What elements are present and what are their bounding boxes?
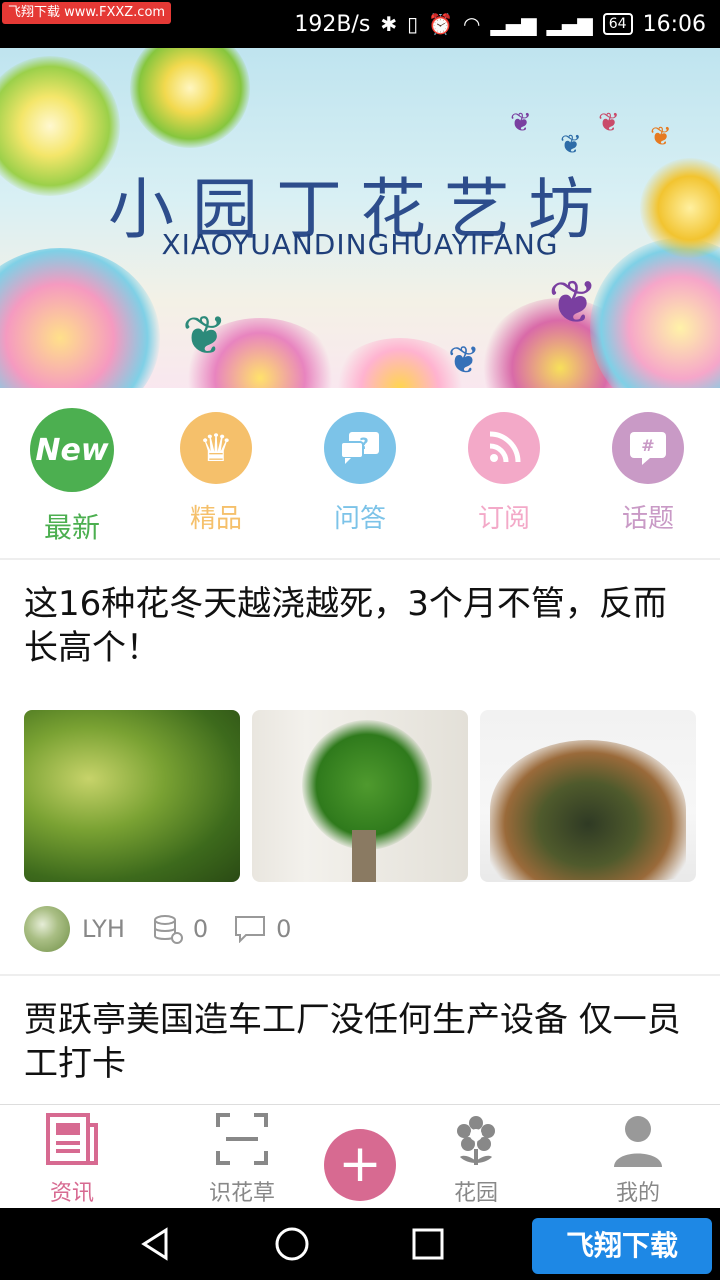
scan-icon [216,1113,268,1165]
author-name[interactable]: LYH [82,915,125,943]
butterfly-icon: ❦ [448,338,480,382]
crown-icon: ♛ [180,412,252,484]
article-title[interactable]: 这16种花冬天越浇越死，3个月不管，反而长高个！ [24,582,696,670]
article-images [24,710,696,882]
system-nav-bar: 飞翔下载 [0,1208,720,1280]
bluetooth-icon: ✱ [380,12,398,36]
status-bar: 飞翔下载 www.FXXZ.com 192B/s ✱ ▯ ⏰ ◠ ▂▄▆ ▂▄▆… [0,0,720,48]
database-icon [153,915,183,944]
tab-label: 资讯 [49,1181,94,1206]
category-label: 话题 [621,504,674,534]
article-card[interactable]: 这16种花冬天越浇越死，3个月不管，反而长高个！ LYH 0 0 [0,560,720,976]
comment-icon [235,916,266,943]
tab-identify-plants[interactable]: 识花草 [170,1111,314,1207]
category-latest[interactable]: New 最新 [0,408,144,546]
butterfly-icon: ❦ [548,268,599,338]
tab-label: 花园 [453,1181,498,1206]
rss-icon [468,412,540,484]
category-label: 精品 [189,504,242,534]
butterfly-icon: ❦ [182,304,228,367]
flower-decoration [130,48,250,148]
alarm-icon: ⏰ [428,12,453,36]
tab-label: 我的 [615,1181,660,1206]
category-featured[interactable]: ♛ 精品 [144,412,288,535]
bottom-tab-bar: 资讯 识花草 + 花园 我的 [0,1104,720,1209]
signal-icon: ▂▄▆ [490,12,537,36]
tab-me[interactable]: 我的 [566,1111,710,1207]
clock: 16:06 [642,11,706,37]
article-meta: LYH 0 0 [24,905,291,953]
recents-icon[interactable] [410,1226,446,1262]
svg-text:#: # [641,436,654,455]
add-button[interactable]: + [324,1129,396,1201]
article-image[interactable] [252,710,468,882]
banner-subtitle: XIAOYUANDINGHUAYIFANG [161,228,559,261]
avatar[interactable] [24,906,70,952]
comment-count[interactable]: 0 [234,915,291,943]
category-label: 最新 [43,511,100,544]
article-card[interactable]: 贾跃亭美国造车工厂没任何生产设备 仅一员工打卡 [0,976,720,1104]
back-icon[interactable] [138,1226,174,1262]
battery-icon: 64 [602,13,633,35]
flower-decoration [0,248,160,388]
category-qa[interactable]: ? 问答 [288,412,432,535]
article-title[interactable]: 贾跃亭美国造车工厂没任何生产设备 仅一员工打卡 [24,998,704,1086]
watermark-logo: 飞翔下载 [532,1218,712,1274]
category-label: 订阅 [477,504,530,534]
news-icon [46,1113,98,1165]
favorite-count[interactable]: 0 [151,914,208,944]
watermark: 飞翔下载 www.FXXZ.com [2,2,172,24]
butterfly-icon: ❦ [510,108,532,138]
category-label: 问答 [333,504,386,534]
article-image[interactable] [480,710,696,882]
category-row: New 最新 ♛ 精品 ? 问答 订阅 # 话题 [0,388,720,560]
topic-hash-icon: # [612,412,684,484]
signal-2-icon: ▂▄▆ [546,12,593,36]
category-topic[interactable]: # 话题 [576,412,720,535]
tab-garden[interactable]: 花园 [404,1111,548,1207]
category-subscribe[interactable]: 订阅 [432,412,576,535]
net-speed: 192B/s [294,11,371,37]
person-icon [614,1116,662,1167]
vibrate-icon: ▯ [407,12,419,36]
home-icon[interactable] [274,1226,310,1262]
new-badge-icon: New [30,408,114,492]
banner[interactable]: ❦ ❦ ❦ ❦ ❦ ❦ ❦ 小园丁花艺坊 XIAOYUANDINGHUAYIFA… [0,48,720,388]
tab-label: 识花草 [208,1181,275,1206]
article-image[interactable] [24,710,240,882]
butterfly-icon: ❦ [598,108,620,138]
butterfly-icon: ❦ [650,122,672,152]
flower-icon [457,1116,495,1165]
question-chat-icon: ? [324,412,396,484]
tab-news[interactable]: 资讯 [0,1111,144,1207]
add-icon: + [338,1134,382,1194]
wifi-icon: ◠ [463,12,481,36]
